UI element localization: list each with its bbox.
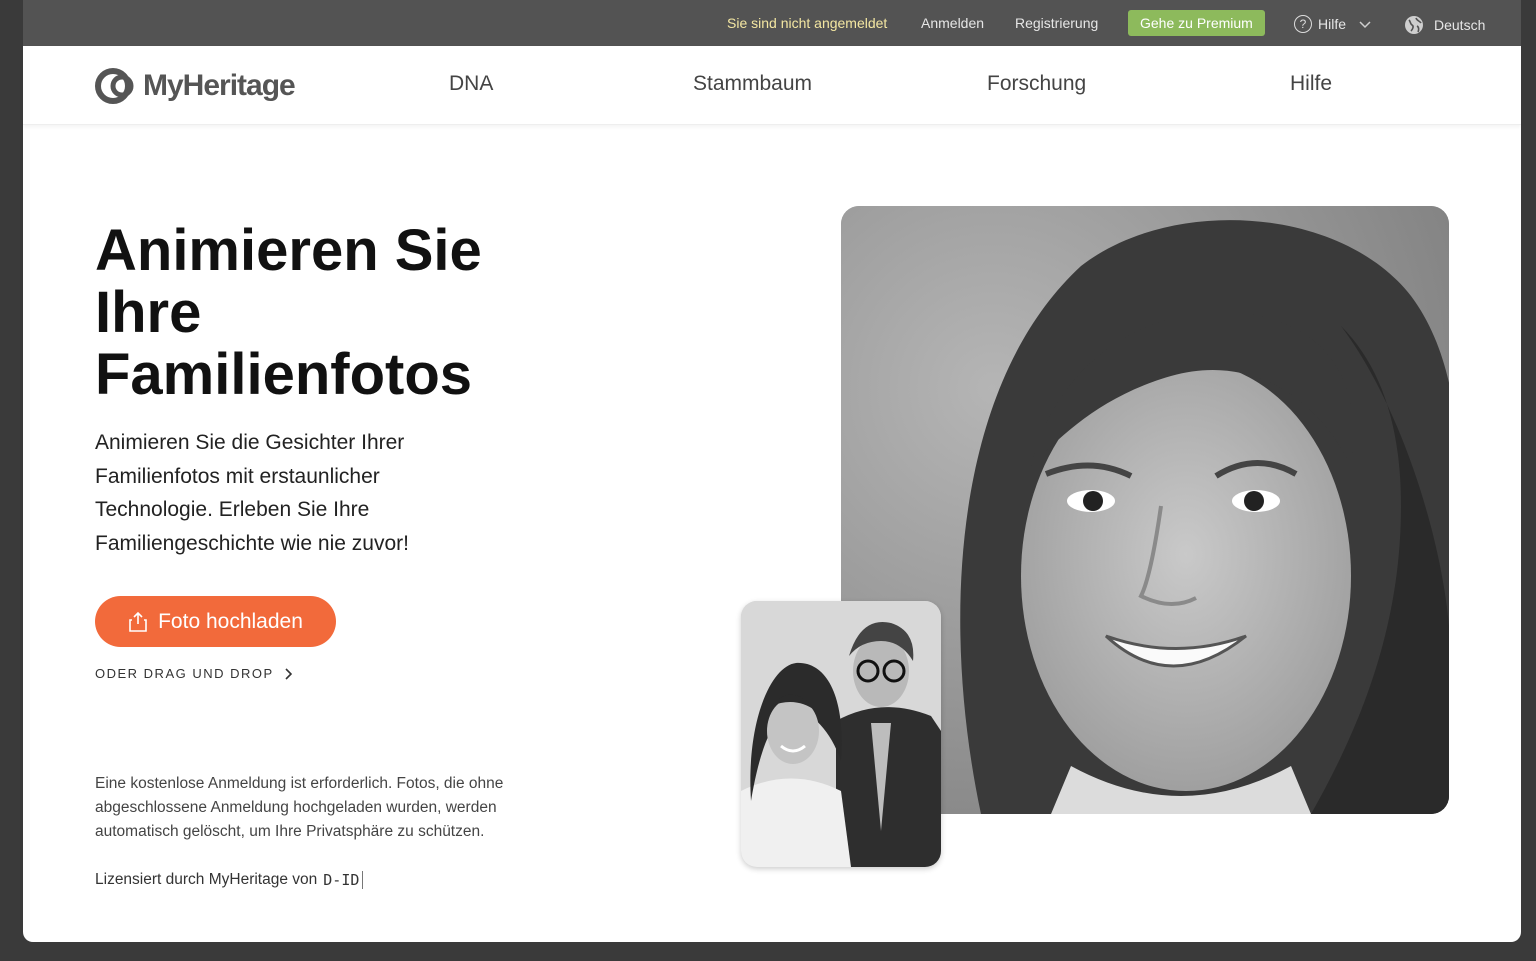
login-link[interactable]: Anmelden [921,15,984,31]
upload-photo-button[interactable]: Foto hochladen [95,596,336,647]
couple-portrait-photo [741,601,941,867]
nav-item-family-tree[interactable]: Stammbaum [693,72,812,96]
license-text: Lizensiert durch MyHeritage von [95,871,318,888]
nav-item-help[interactable]: Hilfe [1290,72,1332,96]
help-label: Hilfe [1318,16,1347,32]
top-utility-bar: Sie sind nicht angemeldet Anmelden Regis… [23,0,1521,46]
question-icon: ? [1294,15,1312,33]
login-status-text: Sie sind nicht angemeldet [727,15,888,31]
license-line: Lizensiert durch MyHeritage von D-ID [95,871,364,889]
help-menu[interactable]: ? Hilfe [1294,15,1372,33]
main-navbar: MyHeritage DNA Stammbaum Forschung Hilfe [23,46,1521,125]
myheritage-logo[interactable]: MyHeritage [95,68,296,104]
page-title: Animieren Sie Ihre Familienfotos [95,218,482,407]
language-label: Deutsch [1434,17,1486,33]
privacy-note: Eine kostenlose Anmeldung ist erforderli… [95,775,504,840]
couple-portrait-image [741,601,941,867]
chevron-down-icon [1359,21,1371,29]
logo-icon [95,68,134,104]
did-logo: D-ID [323,871,364,889]
drag-drop-label: ODER DRAG UND DROP [95,666,274,681]
premium-button[interactable]: Gehe zu Premium [1128,10,1265,36]
language-selector[interactable]: Deutsch [1404,15,1485,35]
hero-subtitle: Animieren Sie die Gesichter Ihrer Famili… [95,431,409,555]
nav-item-dna[interactable]: DNA [449,72,493,96]
drag-drop-link[interactable]: ODER DRAG UND DROP [95,666,292,681]
nav-item-research[interactable]: Forschung [987,72,1086,96]
register-link[interactable]: Registrierung [1015,15,1098,31]
logo-text: MyHeritage [143,69,296,102]
upload-button-label: Foto hochladen [158,609,303,633]
chevron-right-icon [285,667,292,680]
upload-icon [129,611,147,632]
browser-page: Sie sind nicht angemeldet Anmelden Regis… [23,0,1521,942]
globe-icon [1405,16,1423,34]
